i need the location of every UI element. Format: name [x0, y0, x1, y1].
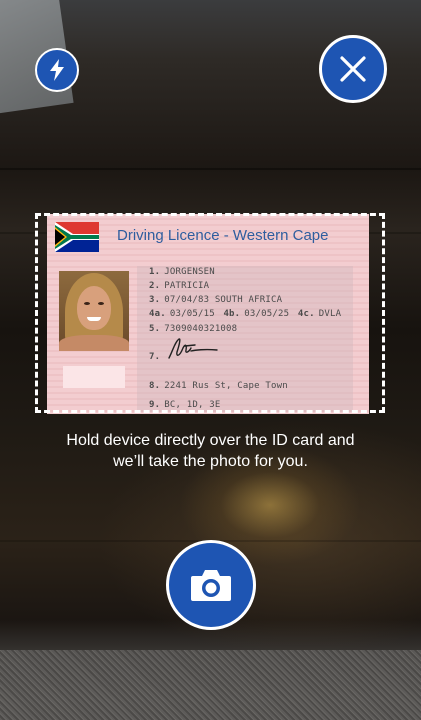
- instruction-line-2: we’ll take the photo for you.: [113, 453, 308, 470]
- close-button[interactable]: [319, 35, 387, 103]
- flash-toggle-button[interactable]: [35, 48, 79, 92]
- close-icon: [340, 56, 366, 82]
- table-edge: [0, 168, 421, 170]
- camera-icon: [191, 570, 231, 601]
- floor-texture: [0, 650, 421, 720]
- lightning-bolt-icon: [50, 59, 64, 81]
- instruction-text: Hold device directly over the ID card an…: [0, 430, 421, 472]
- scan-frame-guide: [35, 213, 385, 413]
- instruction-line-1: Hold device directly over the ID card an…: [66, 432, 355, 449]
- capture-photo-button[interactable]: [166, 540, 256, 630]
